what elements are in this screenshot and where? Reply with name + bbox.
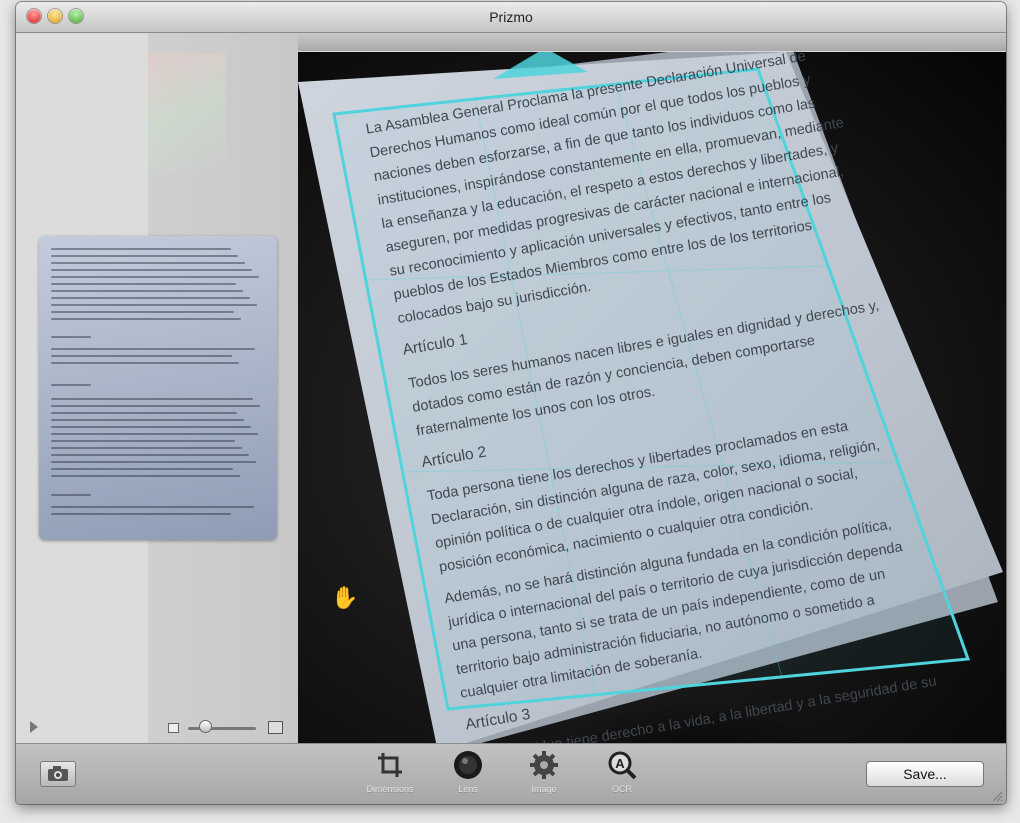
thumbnail-text-line (51, 362, 239, 364)
thumbnail-text-line (51, 269, 252, 271)
zoom-in-icon[interactable] (268, 721, 283, 734)
thumbnail-text-line (51, 433, 258, 435)
ocr-tool-button[interactable]: A OCR (594, 750, 650, 794)
thumbnail-text-line (51, 398, 253, 400)
thumbnail-text-line (51, 447, 242, 449)
thumbnail-text-line (51, 318, 241, 320)
thumbnail-text-line (51, 461, 256, 463)
lens-label: Lens (458, 784, 478, 794)
thumbnail-text-line (51, 290, 243, 292)
image-canvas[interactable]: La Asamblea General Proclama la presente… (298, 33, 1006, 743)
resize-grip-icon[interactable] (991, 790, 1003, 802)
thumbnail-text-line (51, 513, 231, 515)
save-button[interactable]: Save... (866, 761, 984, 787)
ocr-magnifier-icon: A (608, 751, 637, 780)
title-bar[interactable]: Prizmo (16, 2, 1006, 33)
thumbnail-text-line (51, 276, 259, 278)
lens-tool-button[interactable]: Lens (440, 750, 496, 794)
gear-icon (530, 751, 558, 779)
thumbnail-text-line (51, 311, 234, 313)
thumbnail-text-line (51, 355, 232, 357)
thumbnail-text-line (51, 297, 250, 299)
canvas-background (298, 52, 1006, 743)
zoom-out-icon[interactable] (168, 723, 179, 733)
ocr-label: OCR (612, 784, 632, 794)
thumbnail-text-line (51, 440, 235, 442)
dimensions-label: Dimensions (366, 784, 414, 794)
lens-icon (454, 751, 482, 779)
document-photo (298, 52, 1003, 743)
play-icon[interactable] (30, 721, 38, 733)
crop-frame[interactable] (332, 67, 971, 711)
sidebar-glare (146, 53, 226, 173)
sidebar-controls (16, 713, 298, 743)
thumbnail-text-line (51, 454, 249, 456)
thumbnail-text-line (51, 405, 260, 407)
thumbnail-text-line (51, 283, 236, 285)
page-sidebar (16, 33, 299, 743)
thumbnail-text-line (51, 255, 238, 257)
crop-icon (378, 753, 402, 777)
thumbnail-text-line (51, 304, 257, 306)
thumbnail-text-line (51, 419, 244, 421)
bottom-toolbar: Dimensions Lens Image A OCR Save... (16, 743, 1006, 804)
thumbnail-text-line (51, 506, 254, 508)
thumbnail-text-line (51, 336, 91, 338)
thumbnail-text-line (51, 248, 231, 250)
image-label: Image (531, 784, 557, 794)
thumbnail-text-line (51, 494, 91, 496)
thumbnail-text-line (51, 384, 91, 386)
svg-text:A: A (615, 756, 625, 771)
dimensions-tool-button[interactable]: Dimensions (362, 750, 418, 794)
thumbnail-text-line (51, 475, 240, 477)
thumbnail-text-line (51, 348, 255, 350)
page-thumbnail[interactable] (39, 236, 277, 540)
canvas-header-bar (298, 33, 1006, 52)
camera-icon (48, 766, 68, 781)
app-window: Prizmo La Asamblea General Proclama la p… (16, 2, 1006, 804)
window-title: Prizmo (489, 9, 533, 25)
thumbnail-text-line (51, 412, 237, 414)
grab-hand-cursor-icon: ✋ (331, 585, 359, 610)
image-tool-button[interactable]: Image (516, 750, 572, 794)
slider-knob[interactable] (199, 720, 212, 733)
thumbnail-text-line (51, 468, 233, 470)
thumbnail-text-line (51, 262, 245, 264)
thumbnail-text-line (51, 426, 251, 428)
camera-button[interactable] (40, 761, 76, 787)
